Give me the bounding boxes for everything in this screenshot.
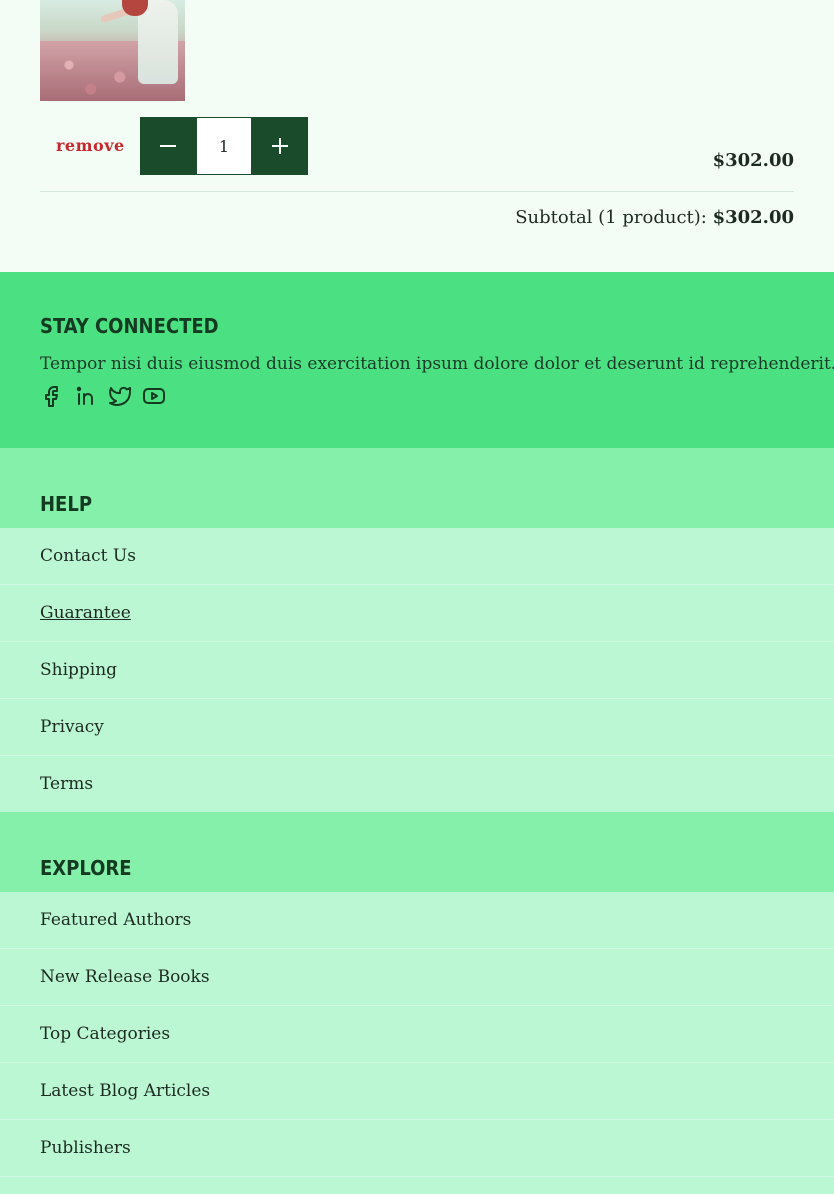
remove-link[interactable]: remove [56,136,125,155]
link-label: Shipping [40,660,118,680]
footer-link-shipping[interactable]: Shipping [0,642,834,699]
footer-link-contact-us[interactable]: Contact Us [0,528,834,585]
stay-connected-section: Stay Connected Tempor nisi duis eiusmod … [0,272,834,448]
footer-link-latest-blog-articles[interactable]: Latest Blog Articles [0,1063,834,1120]
subtotal-label: Subtotal (1 product): [515,207,707,228]
footer-link-privacy[interactable]: Privacy [0,699,834,756]
footer-link-publishers[interactable]: Publishers [0,1120,834,1177]
youtube-icon[interactable] [142,384,166,408]
twitter-icon[interactable] [108,384,132,408]
link-label: Guarantee [40,603,131,623]
help-heading: Help [40,492,93,516]
footer-link-more[interactable] [0,1177,834,1194]
link-label: Top Categories [40,1024,171,1044]
footer-link-new-release-books[interactable]: New Release Books [0,949,834,1006]
footer-link-guarantee[interactable]: Guarantee [0,585,834,642]
product-image[interactable] [40,0,185,101]
quantity-increase-button[interactable] [252,117,308,175]
stay-connected-heading: Stay Connected [40,314,219,338]
minus-icon [160,145,176,147]
subtotal: Subtotal (1 product): $302.00 [515,207,794,228]
divider [40,191,794,192]
cart-item: remove $302.00 Subtotal (1 product): $30… [0,0,834,272]
link-label: Privacy [40,717,104,737]
help-links: Contact Us Guarantee Shipping Privacy Te… [0,528,834,813]
link-label: Publishers [40,1138,131,1158]
plus-icon [272,138,288,154]
subtotal-value: $302.00 [712,207,794,228]
footer-link-terms[interactable]: Terms [0,756,834,813]
explore-header: Explore [0,812,834,892]
footer-link-top-categories[interactable]: Top Categories [0,1006,834,1063]
link-label: New Release Books [40,967,210,987]
explore-links: Featured Authors New Release Books Top C… [0,892,834,1194]
link-label: Featured Authors [40,910,192,930]
footer-link-featured-authors[interactable]: Featured Authors [0,892,834,949]
help-header: Help [0,448,834,528]
quantity-decrease-button[interactable] [140,117,196,175]
social-links [40,384,166,408]
stay-connected-text: Tempor nisi duis eiusmod duis exercitati… [40,354,834,374]
linkedin-icon[interactable] [74,384,98,408]
link-label: Contact Us [40,546,136,566]
line-price: $302.00 [712,150,794,171]
explore-heading: Explore [40,856,132,880]
link-label: Terms [40,774,94,794]
facebook-icon[interactable] [40,384,64,408]
link-label: Latest Blog Articles [40,1081,211,1101]
quantity-input[interactable] [196,117,252,175]
